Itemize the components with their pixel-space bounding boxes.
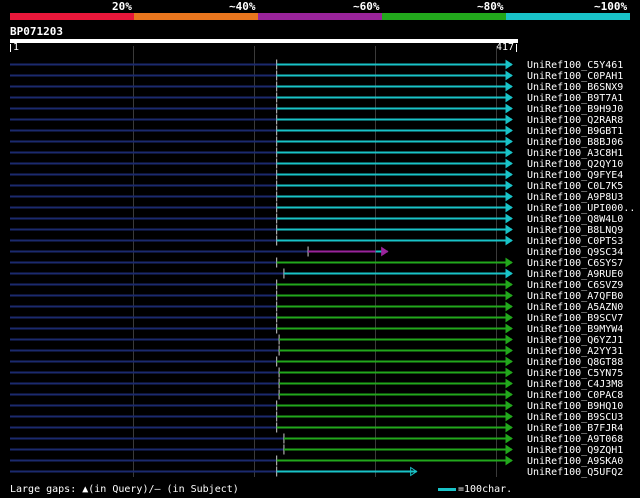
hit-arrow-5 <box>505 103 513 114</box>
hit-label-38: UniRef100_Q5UFQ2 <box>527 467 623 478</box>
hit-arrow-2 <box>505 70 513 81</box>
hit-arrow-22 <box>505 290 513 301</box>
hit-label-27: UniRef100_A2YY31 <box>527 346 623 357</box>
hit-label-11: UniRef100_Q9FYE4 <box>527 170 623 181</box>
hit-arrow-15 <box>505 213 513 224</box>
hit-arrow-3 <box>505 81 513 92</box>
hit-arrow-37 <box>505 455 513 466</box>
hit-label-1: UniRef100_C5Y461 <box>527 60 623 71</box>
hit-arrow-35 <box>505 433 513 444</box>
hit-label-34: UniRef100_B7FJR4 <box>527 423 623 434</box>
hit-label-18: UniRef100_Q9SC34 <box>527 247 623 258</box>
hit-label-29: UniRef100_C5YN75 <box>527 368 623 379</box>
hit-label-21: UniRef100_C6SVZ9 <box>527 280 623 291</box>
hit-arrow-11 <box>505 169 513 180</box>
hit-arrow-18 <box>381 246 389 257</box>
hit-label-14: UniRef100_UPI000.. <box>527 203 635 214</box>
hit-label-2: UniRef100_C0PAH1 <box>527 71 623 82</box>
hit-label-5: UniRef100_B9H9J0 <box>527 104 623 115</box>
hit-label-32: UniRef100_B9HQ10 <box>527 401 623 412</box>
hit-arrow-25 <box>505 323 513 334</box>
hit-arrow-9 <box>505 147 513 158</box>
hit-arrow-21 <box>505 279 513 290</box>
hit-label-37: UniRef100_A9SKA0 <box>527 456 623 467</box>
hit-label-15: UniRef100_Q8W4L0 <box>527 214 623 225</box>
hit-label-22: UniRef100_A7QFB0 <box>527 291 623 302</box>
scale-legend: =100char. <box>438 484 512 496</box>
hit-label-20: UniRef100_A9RUE0 <box>527 269 623 280</box>
hit-arrow-23 <box>505 301 513 312</box>
query-bar <box>10 39 518 43</box>
hit-arrow-14 <box>505 202 513 213</box>
hit-label-9: UniRef100_A3C8H1 <box>527 148 623 159</box>
hit-label-31: UniRef100_C0PAC8 <box>527 390 623 401</box>
hit-label-13: UniRef100_A9P8U3 <box>527 192 623 203</box>
hit-arrow-8 <box>505 136 513 147</box>
hit-arrow-1 <box>505 59 513 70</box>
hit-arrow-19 <box>505 257 513 268</box>
hit-arrow-27 <box>505 345 513 356</box>
hit-label-24: UniRef100_B9SCV7 <box>527 313 623 324</box>
hit-arrow-28 <box>505 356 513 367</box>
scale-swatch <box>438 487 456 491</box>
hit-label-33: UniRef100_B9SCU3 <box>527 412 623 423</box>
hit-label-19: UniRef100_C6SYS7 <box>527 258 623 269</box>
hit-label-8: UniRef100_B8BJ06 <box>527 137 623 148</box>
hit-label-4: UniRef100_B9T7A1 <box>527 93 623 104</box>
hit-arrow-6 <box>505 114 513 125</box>
scale-text: =100char. <box>458 484 513 495</box>
hit-arrow-12 <box>505 180 513 191</box>
hit-arrow-20 <box>505 268 513 279</box>
hit-arrow-16 <box>505 224 513 235</box>
hit-arrow-29 <box>505 367 513 378</box>
hit-label-30: UniRef100_C4J3M8 <box>527 379 623 390</box>
hit-label-25: UniRef100_B9MYW4 <box>527 324 623 335</box>
hit-arrow-26 <box>505 334 513 345</box>
hit-label-7: UniRef100_B9GBT1 <box>527 126 623 137</box>
hit-label-23: UniRef100_A5AZN0 <box>527 302 623 313</box>
hit-arrow-32 <box>505 400 513 411</box>
hit-label-3: UniRef100_B6SNX9 <box>527 82 623 93</box>
hit-arrow-31 <box>505 389 513 400</box>
hit-label-28: UniRef100_Q8GT88 <box>527 357 623 368</box>
hit-label-10: UniRef100_Q2QY10 <box>527 159 623 170</box>
hit-arrow-7 <box>505 125 513 136</box>
hit-label-26: UniRef100_Q6YZJ1 <box>527 335 623 346</box>
hit-arrow-24 <box>505 312 513 323</box>
hit-arrow-30 <box>505 378 513 389</box>
hit-label-16: UniRef100_B8LNQ9 <box>527 225 623 236</box>
hit-label-6: UniRef100_Q2RAR8 <box>527 115 623 126</box>
hit-arrow-36 <box>505 444 513 455</box>
hit-arrow-33 <box>505 411 513 422</box>
hit-label-17: UniRef100_C0PTS3 <box>527 236 623 247</box>
hit-arrow-13 <box>505 191 513 202</box>
hit-arrow-10 <box>505 158 513 169</box>
hit-label-35: UniRef100_A9T068 <box>527 434 623 445</box>
hit-arrow-17 <box>505 235 513 246</box>
hit-arrow-4 <box>505 92 513 103</box>
alignment-overview: UniRef100_C5Y461UniRef100_C0PAH1UniRef10… <box>10 39 635 478</box>
large-gaps-legend: Large gaps: ▲(in Query)/— (in Subject) <box>10 484 239 495</box>
hit-label-36: UniRef100_Q9ZQH1 <box>527 445 623 456</box>
hit-arrow-34 <box>505 422 513 433</box>
hit-label-12: UniRef100_C0L7K5 <box>527 181 623 192</box>
